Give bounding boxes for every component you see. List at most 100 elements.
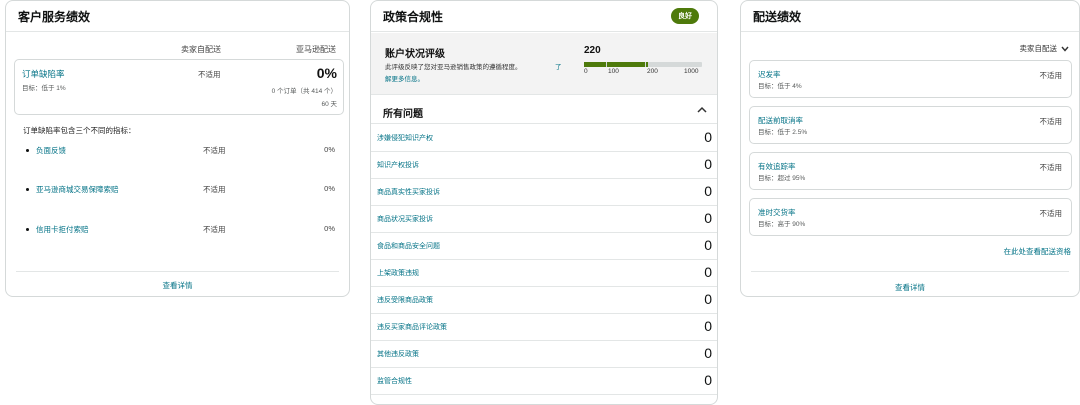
delivery-metric-link[interactable]: 配送前取消率 bbox=[758, 115, 803, 126]
delivery-metric-box: 迟发率 目标：低于 4% 不适用 bbox=[749, 60, 1072, 98]
issue-label[interactable]: 违反买家商品评论政策 bbox=[377, 322, 447, 332]
odr-link[interactable]: 订单缺陷率 bbox=[22, 68, 65, 80]
ahr-tick-1000: 1000 bbox=[684, 68, 699, 75]
customer-service-card: 客户服务绩效 卖家自配送 亚马逊配送 订单缺陷率 目标：低于 1% 不适用 0%… bbox=[5, 0, 350, 297]
odr-amazon-value: 0% bbox=[316, 65, 337, 81]
issue-count: 0 bbox=[704, 318, 712, 334]
issue-label[interactable]: 其他违反政策 bbox=[377, 349, 419, 359]
delivery-metric-link[interactable]: 迟发率 bbox=[758, 69, 781, 80]
issue-row[interactable]: 违反受限商品政策 0 bbox=[371, 287, 717, 314]
footer-divider bbox=[16, 271, 339, 272]
delivery-header: 配送绩效 bbox=[741, 1, 1079, 32]
issue-count: 0 bbox=[704, 291, 712, 307]
issue-row[interactable]: 知识产权投诉 0 bbox=[371, 152, 717, 179]
ahr-score: 220 bbox=[584, 45, 601, 56]
ahr-bar-fill bbox=[646, 62, 648, 67]
delivery-metric-target: 目标：高于 90% bbox=[758, 221, 806, 228]
ahr-learn-more-link-2[interactable]: 解更多信息。 bbox=[385, 73, 424, 83]
metric-label[interactable]: 亚马逊商城交易保障索赔 bbox=[36, 184, 119, 195]
issue-row[interactable]: 上架政策违规 0 bbox=[371, 260, 717, 287]
odr-box: 订单缺陷率 目标：低于 1% 不适用 0% 0 个订单（共 414 个） 60 … bbox=[14, 59, 344, 115]
issue-row[interactable]: 商品真实性买家投诉 0 bbox=[371, 179, 717, 206]
odr-seller-value: 不适用 bbox=[198, 70, 221, 79]
delivery-metric-value: 不适用 bbox=[1039, 71, 1063, 80]
issue-row[interactable]: 涉嫌侵犯知识产权 0 bbox=[371, 125, 717, 152]
metric-seller-value: 不适用 bbox=[203, 146, 226, 155]
issue-label[interactable]: 上架政策违规 bbox=[377, 268, 419, 278]
issue-row[interactable]: 违反买家商品评论政策 0 bbox=[371, 314, 717, 341]
ahr-title: 账户状况评级 bbox=[385, 49, 445, 60]
metric-amazon-value: 0% bbox=[324, 145, 335, 154]
ahr-tick-0: 0 bbox=[584, 68, 588, 75]
delivery-performance-card: 配送绩效 卖家自配送 迟发率 目标：低于 4% 不适用 配送前取消率 目标：低于… bbox=[740, 0, 1080, 297]
fulfillment-dropdown[interactable]: 卖家自配送 bbox=[1020, 43, 1070, 54]
metric-label[interactable]: 信用卡拒付索赔 bbox=[36, 224, 89, 235]
issue-label[interactable]: 商品状况买家投诉 bbox=[377, 214, 433, 224]
ahr-learn-more-link-1[interactable]: 了 bbox=[555, 61, 562, 71]
odr-target: 目标：低于 1% bbox=[22, 85, 66, 92]
status-badge: 良好 bbox=[671, 8, 699, 24]
issue-label[interactable]: 涉嫌侵犯知识产权 bbox=[377, 133, 433, 143]
metric-row: 信用卡拒付索赔 不适用 0% bbox=[6, 224, 349, 236]
delivery-metric-link[interactable]: 有效追踪率 bbox=[758, 161, 796, 172]
delivery-view-details-link[interactable]: 查看详情 bbox=[741, 282, 1079, 293]
cs-view-details-link[interactable]: 查看详情 bbox=[6, 280, 349, 291]
issue-row[interactable]: 食品和商品安全问题 0 bbox=[371, 233, 717, 260]
delivery-metric-target: 目标：低于 4% bbox=[758, 83, 802, 90]
metric-row: 亚马逊商城交易保障索赔 不适用 0% bbox=[6, 184, 349, 196]
ahr-bar-segment bbox=[584, 62, 606, 67]
metric-seller-value: 不适用 bbox=[203, 185, 226, 194]
delivery-eligibility-link[interactable]: 在此处查看配送资格 bbox=[1004, 246, 1072, 257]
delivery-metric-value: 不适用 bbox=[1039, 117, 1063, 126]
issue-count: 0 bbox=[704, 345, 712, 361]
issue-label[interactable]: 监管合规性 bbox=[377, 376, 412, 386]
delivery-metric-value: 不适用 bbox=[1039, 163, 1063, 172]
issue-count: 0 bbox=[704, 210, 712, 226]
issue-count: 0 bbox=[704, 372, 712, 388]
chevron-up-icon[interactable] bbox=[697, 106, 707, 113]
delivery-metric-link[interactable]: 准时交货率 bbox=[758, 207, 796, 218]
ahr-description: 此评级反映了您对亚马逊销售政策的遵循程度。 bbox=[385, 64, 522, 71]
issue-row[interactable]: 其他违反政策 0 bbox=[371, 341, 717, 368]
delivery-title: 配送绩效 bbox=[753, 9, 802, 24]
fulfillment-dropdown-label: 卖家自配送 bbox=[1019, 44, 1058, 53]
issue-row[interactable]: 商品状况买家投诉 0 bbox=[371, 206, 717, 233]
delivery-metric-box: 有效追踪率 目标：超过 95% 不适用 bbox=[749, 152, 1072, 190]
issue-label[interactable]: 食品和商品安全问题 bbox=[377, 241, 440, 251]
all-issues-title: 所有问题 bbox=[383, 109, 423, 120]
policy-title: 政策合规性 bbox=[383, 9, 444, 24]
customer-service-header: 客户服务绩效 bbox=[6, 1, 349, 32]
delivery-metric-box: 准时交货率 目标：高于 90% 不适用 bbox=[749, 198, 1072, 236]
footer-divider bbox=[751, 271, 1069, 272]
metric-amazon-value: 0% bbox=[324, 184, 335, 193]
bullet bbox=[26, 228, 29, 231]
odr-amazon-detail: 0 个订单（共 414 个） bbox=[271, 88, 337, 95]
issue-label[interactable]: 商品真实性买家投诉 bbox=[377, 187, 440, 197]
metric-label[interactable]: 负面反馈 bbox=[36, 145, 66, 156]
issue-label[interactable]: 违反受限商品政策 bbox=[377, 295, 433, 305]
ahr-score-bar bbox=[584, 62, 702, 67]
ahr-tick-100: 100 bbox=[608, 68, 619, 75]
issue-count: 0 bbox=[704, 156, 712, 172]
policy-header: 政策合规性 bbox=[371, 1, 717, 32]
odr-amazon-days: 60 天 bbox=[321, 101, 337, 108]
issue-count: 0 bbox=[704, 264, 712, 280]
metric-amazon-value: 0% bbox=[324, 224, 335, 233]
bullet bbox=[26, 149, 29, 152]
customer-service-title: 客户服务绩效 bbox=[18, 9, 91, 24]
delivery-metric-value: 不适用 bbox=[1039, 209, 1063, 218]
issue-count: 0 bbox=[704, 183, 712, 199]
all-issues-header[interactable]: 所有问题 bbox=[371, 96, 717, 124]
issue-label[interactable]: 知识产权投诉 bbox=[377, 160, 419, 170]
issue-count: 0 bbox=[704, 129, 712, 145]
delivery-metric-target: 目标：低于 2.5% bbox=[758, 129, 808, 136]
issue-count: 0 bbox=[704, 237, 712, 253]
issue-row[interactable]: 监管合规性 0 bbox=[371, 368, 717, 395]
ahr-tick-200: 200 bbox=[647, 68, 658, 75]
delivery-metric-box: 配送前取消率 目标：低于 2.5% 不适用 bbox=[749, 106, 1072, 144]
col-header-amazon: 亚马逊配送 bbox=[296, 45, 336, 54]
policy-compliance-card: 政策合规性 良好 账户状况评级 此评级反映了您对亚马逊销售政策的遵循程度。 了 … bbox=[370, 0, 718, 405]
chevron-down-icon bbox=[1061, 46, 1069, 52]
bullet bbox=[26, 188, 29, 191]
odr-intro-text: 订单缺陷率包含三个不同的指标： bbox=[23, 126, 136, 135]
